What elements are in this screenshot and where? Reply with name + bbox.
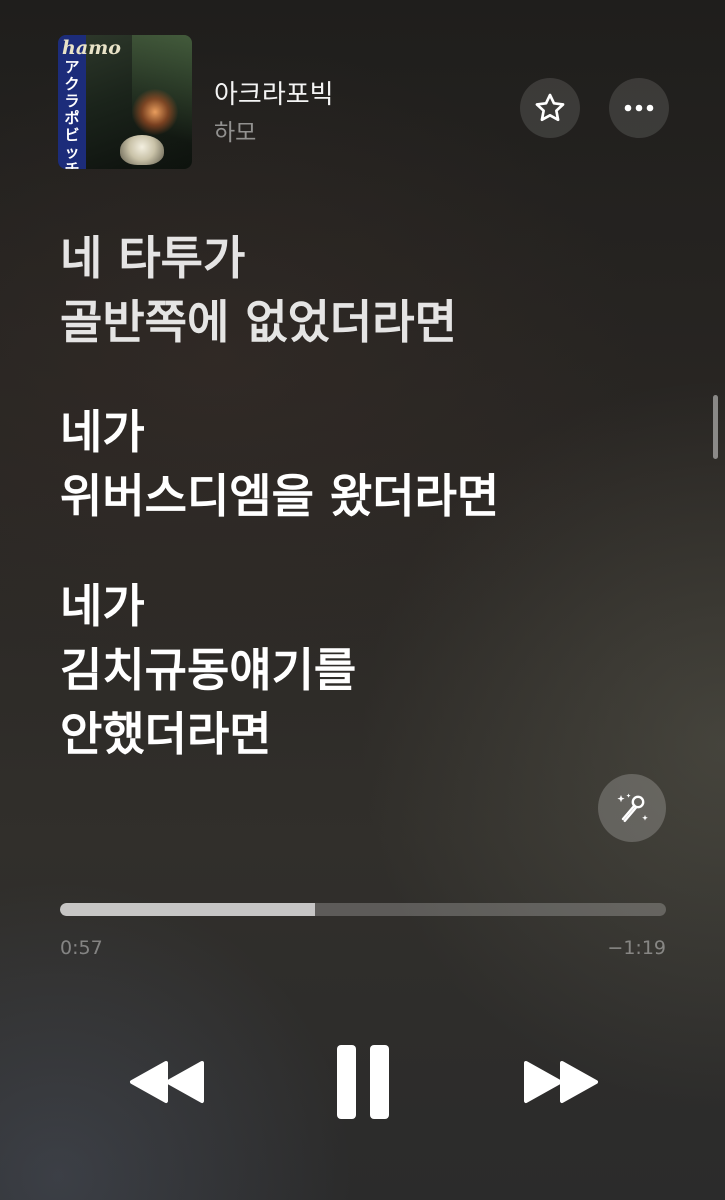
fast-forward-icon <box>524 1061 598 1103</box>
lyric-line: 골반쪽에 없었더라면 <box>60 295 457 349</box>
lyric-line: 안했더라면 <box>60 707 272 761</box>
lyrics-panel[interactable]: 네 타투가 골반쪽에 없었더라면 네가 위버스디엠을 왔더라면 네가 김치규동얘… <box>60 226 660 812</box>
lyric-verse[interactable]: 네 타투가 골반쪽에 없었더라면 <box>60 226 660 354</box>
lyric-line: 김치규동얘기를 <box>60 643 357 697</box>
album-artwork[interactable]: アクラポビッチ hamo <box>58 35 192 169</box>
ellipsis-icon <box>624 104 654 112</box>
star-icon <box>535 93 565 122</box>
playback-progress-fill <box>60 903 315 916</box>
album-art-logo: hamo <box>62 37 121 59</box>
fast-forward-button[interactable] <box>520 1054 602 1110</box>
more-options-button[interactable] <box>609 78 669 138</box>
lyric-verse[interactable]: 네가 위버스디엠을 왔더라면 <box>60 400 660 528</box>
rewind-button[interactable] <box>126 1054 208 1110</box>
album-art-lamp <box>132 89 178 135</box>
album-art-spine-text: アクラポビッチ <box>64 58 80 170</box>
favorite-button[interactable] <box>520 78 580 138</box>
track-title[interactable]: 아크라포빅 <box>214 74 334 111</box>
track-artist[interactable]: 하모 <box>214 113 256 147</box>
lyric-verse[interactable]: 네가 김치규동얘기를 안했더라면 <box>60 574 660 766</box>
lyric-line: 네가 <box>60 579 145 633</box>
lyric-line: 네 타투가 <box>60 231 246 285</box>
remaining-time: −1:19 <box>607 937 666 959</box>
microphone-sparkle-icon <box>617 793 648 822</box>
album-art-scooter <box>120 135 164 165</box>
lyric-line: 네가 <box>60 405 145 459</box>
elapsed-time: 0:57 <box>60 937 103 959</box>
sing-mode-button[interactable] <box>598 774 666 842</box>
playback-scrubber[interactable] <box>60 903 666 916</box>
pause-icon <box>337 1045 389 1119</box>
pause-button[interactable] <box>330 1042 396 1122</box>
rewind-icon <box>130 1061 204 1103</box>
scroll-indicator[interactable] <box>713 395 718 459</box>
lyric-line: 위버스디엠을 왔더라면 <box>60 469 500 523</box>
